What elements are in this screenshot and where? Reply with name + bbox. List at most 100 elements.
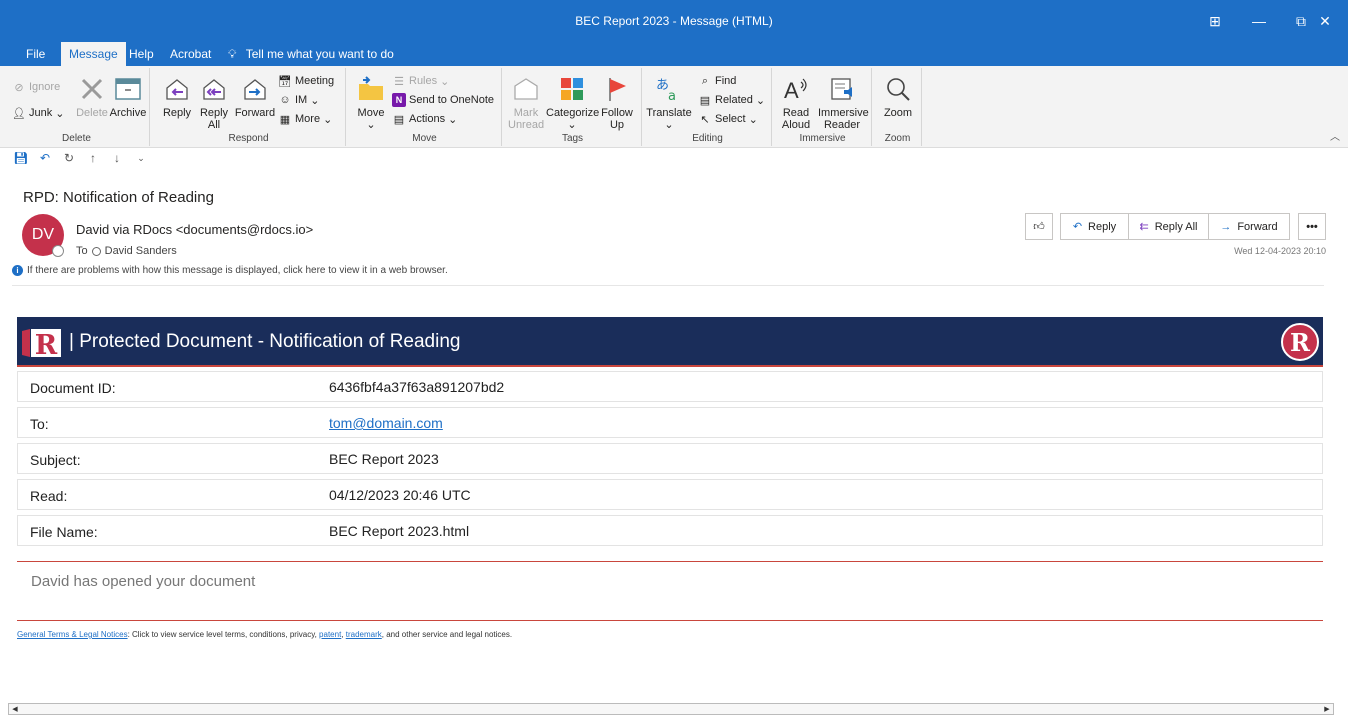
- chevron-down-icon: ⌄: [448, 113, 458, 126]
- terms-link[interactable]: General Terms & Legal Notices: [17, 630, 128, 639]
- archive-button[interactable]: Archive: [107, 74, 149, 119]
- related-button[interactable]: ▤ Related ⌄: [698, 93, 765, 107]
- scroll-left-icon[interactable]: ◀: [9, 704, 21, 714]
- tab-acrobat[interactable]: Acrobat: [162, 42, 219, 66]
- tell-me-label: Tell me what you want to do: [245, 47, 394, 61]
- forward-label: Forward: [234, 107, 276, 119]
- find-label: Find: [715, 75, 737, 87]
- mark-unread-button[interactable]: Mark Unread: [506, 74, 546, 131]
- ribbon-tabs: File Message Help Acrobat 💡︎ Tell me wha…: [0, 42, 1348, 66]
- forward-ribbon-button[interactable]: Forward: [232, 74, 278, 119]
- group-delete: ⊘ Ignore 👤︎ Junk ⌄ Delete Archive Delete: [4, 68, 150, 146]
- collapse-ribbon-icon[interactable]: ︿: [1330, 128, 1340, 143]
- sender[interactable]: David via RDocs <documents@rdocs.io>: [76, 222, 313, 237]
- find-button[interactable]: ⌕ Find: [698, 74, 737, 88]
- move-button[interactable]: Move ⌄: [352, 74, 390, 131]
- thumbs-up-icon: 👍︎: [1033, 221, 1045, 233]
- send-to-onenote-button[interactable]: N Send to OneNote: [392, 93, 494, 107]
- row-key: Read:: [30, 488, 68, 504]
- row-value: BEC Report 2023: [329, 451, 439, 467]
- reply-ribbon-button[interactable]: Reply: [158, 74, 196, 119]
- group-editing: あa Translate ⌄ ⌕ Find ▤ Related ⌄ ↖ Select ⌄ E…: [644, 68, 772, 146]
- details-table: Document ID: 6436fbf4a37f63a891207bd2 To…: [17, 371, 1323, 551]
- lightbulb-icon: 💡︎: [228, 47, 237, 61]
- group-move-label: Move: [412, 133, 437, 144]
- recipient-email-link[interactable]: tom@domain.com: [329, 415, 443, 431]
- reply-label: Reply: [162, 107, 192, 119]
- save-icon[interactable]: 💾︎: [13, 151, 28, 165]
- more-icon: ▦: [279, 113, 291, 126]
- message-subject: RPD: Notification of Reading: [23, 189, 214, 206]
- notification-banner: R | Protected Document - Notification of…: [17, 317, 1323, 367]
- horizontal-scrollbar[interactable]: ◀ ▶: [8, 703, 1334, 715]
- patent-link[interactable]: patent: [319, 630, 341, 639]
- meeting-button[interactable]: 📅︎ Meeting: [278, 74, 334, 88]
- ignore-button[interactable]: ⊘ Ignore: [12, 80, 60, 94]
- row-value: 6436fbf4a37f63a891207bd2: [329, 379, 505, 395]
- recipient-name[interactable]: David Sanders: [105, 245, 177, 257]
- chevron-down-icon: ⌄: [440, 75, 450, 88]
- opened-message: David has opened your document: [31, 573, 256, 590]
- quick-access-toolbar: 💾︎ ↶ ↻ ↑ ↓ ⌄: [0, 148, 1348, 170]
- ignore-icon: ⊘: [14, 81, 24, 94]
- tab-file[interactable]: File: [18, 42, 53, 66]
- ribbon-display-options-icon[interactable]: ⊞: [1192, 8, 1238, 34]
- group-zoom-label: Zoom: [884, 133, 911, 144]
- next-item-icon[interactable]: ↓: [110, 151, 124, 165]
- logo-letter: R: [35, 330, 58, 359]
- follow-up-button[interactable]: Follow Up: [598, 74, 636, 131]
- categorize-button[interactable]: Categorize ⌄: [546, 74, 599, 131]
- redo-icon[interactable]: ↻: [62, 151, 76, 165]
- rules-button[interactable]: ☰ Rules ⌄: [392, 74, 449, 88]
- read-aloud-icon: A: [781, 74, 811, 104]
- like-button[interactable]: 👍︎: [1025, 213, 1053, 240]
- more-label: More: [295, 113, 321, 125]
- search-icon: ⌕: [701, 74, 709, 87]
- reply-button[interactable]: ↶ Reply: [1060, 213, 1129, 240]
- row-key: To:: [30, 416, 49, 432]
- select-button[interactable]: ↖ Select ⌄: [698, 112, 758, 126]
- forward-button[interactable]: → Forward: [1208, 213, 1290, 240]
- rules-icon: ☰: [394, 75, 404, 88]
- tab-message[interactable]: Message: [61, 42, 126, 66]
- translate-button[interactable]: あa Translate ⌄: [646, 74, 692, 131]
- recipients: To David Sanders: [76, 245, 177, 257]
- im-button[interactable]: ☺ IM ⌄: [278, 93, 319, 107]
- im-icon: ☺: [279, 94, 291, 106]
- reply-icon: [162, 74, 192, 104]
- read-aloud-label: Read Aloud: [781, 107, 811, 131]
- info-bar[interactable]: i If there are problems with how this me…: [12, 265, 448, 276]
- read-aloud-button[interactable]: A Read Aloud: [778, 74, 814, 131]
- more-respond-button[interactable]: ▦ More ⌄: [278, 112, 332, 126]
- group-editing-label: Editing: [692, 133, 723, 144]
- customize-toolbar-icon[interactable]: ⌄: [134, 151, 148, 165]
- trademark-link[interactable]: trademark: [346, 630, 382, 639]
- more-actions-button[interactable]: •••: [1298, 213, 1326, 240]
- close-button[interactable]: ✕: [1302, 8, 1348, 34]
- actions-button[interactable]: ▤ Actions ⌄: [392, 112, 458, 126]
- junk-button[interactable]: 👤︎ Junk ⌄: [12, 106, 64, 120]
- zoom-button[interactable]: Zoom: [878, 74, 918, 119]
- group-respond: Reply Reply All Forward 📅︎ Meeting ☺ IM ⌄ ▦…: [152, 68, 346, 146]
- flag-icon: [602, 74, 632, 104]
- minimize-button[interactable]: —: [1236, 8, 1282, 34]
- ribbon: ⊘ Ignore 👤︎ Junk ⌄ Delete Archive Delete Re…: [0, 66, 1348, 148]
- junk-icon: 👤︎: [12, 107, 26, 120]
- archive-icon: [113, 74, 143, 104]
- scroll-right-icon[interactable]: ▶: [1321, 704, 1333, 714]
- group-respond-label: Respond: [228, 133, 269, 144]
- reply-all-ribbon-button[interactable]: Reply All: [196, 74, 232, 131]
- chevron-down-icon: ⌄: [748, 113, 758, 126]
- tab-help[interactable]: Help: [121, 42, 162, 66]
- table-row: File Name: BEC Report 2023.html: [17, 515, 1323, 546]
- chevron-down-icon: ⌄: [55, 107, 65, 120]
- ignore-label: Ignore: [29, 81, 61, 93]
- meeting-label: Meeting: [295, 75, 335, 87]
- undo-icon[interactable]: ↶: [38, 151, 52, 165]
- immersive-reader-button[interactable]: Immersive Reader: [816, 74, 869, 131]
- previous-item-icon[interactable]: ↑: [86, 151, 100, 165]
- divider: [17, 620, 1323, 621]
- tell-me-search[interactable]: 💡︎ Tell me what you want to do: [228, 42, 394, 66]
- reply-all-button[interactable]: ⇇ Reply All: [1128, 213, 1209, 240]
- reply-all-icon: [199, 74, 229, 104]
